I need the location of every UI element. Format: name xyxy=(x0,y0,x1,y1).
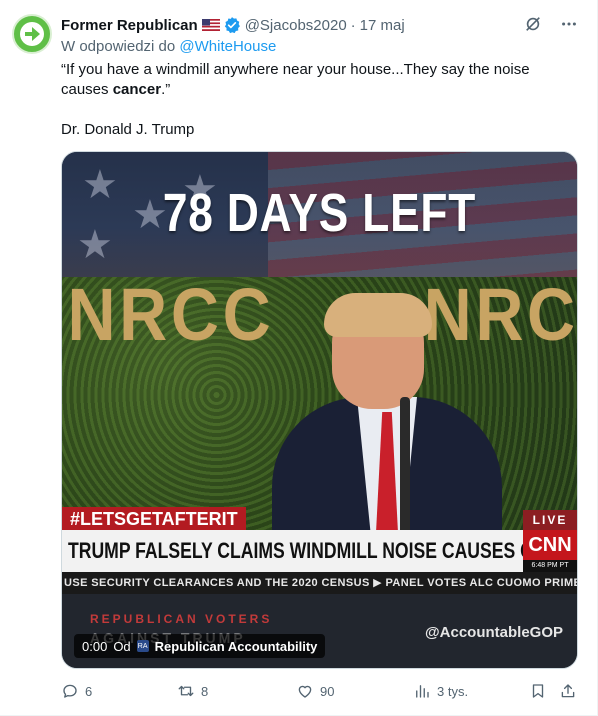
views-chart-icon xyxy=(416,685,429,698)
reply-prefix: W odpowiedzi do xyxy=(61,38,176,55)
reply-icon xyxy=(63,684,77,698)
reply-count: 6 xyxy=(85,683,93,699)
reply-context: W odpowiedzi do @WhiteHouse xyxy=(61,38,276,55)
tweet-top-actions xyxy=(523,14,579,34)
video-player[interactable]: ★ ★ ★ ★ 78 DAYS LEFT NRCC NRC #LETSGETAF… xyxy=(61,151,578,669)
views-count: 3 tys. xyxy=(437,683,469,699)
news-ticker: USE SECURITY CLEARANCES AND THE 2020 CEN… xyxy=(62,572,577,594)
separator: · xyxy=(350,16,356,34)
overlay-title: REPUBLICAN VOTERS xyxy=(90,612,273,626)
tweet-text: “If you have a windmill anywhere near yo… xyxy=(61,60,561,140)
bookmark-icon xyxy=(532,684,544,698)
backdrop-text-left: NRCC xyxy=(67,273,275,356)
video-watermark: @AccountableGOP xyxy=(425,624,563,641)
reply-button[interactable]: 6 xyxy=(61,682,92,700)
reply-target-link[interactable]: @WhiteHouse xyxy=(179,38,276,55)
heart-icon xyxy=(298,685,312,698)
us-flag-icon xyxy=(201,19,220,31)
share-icon xyxy=(561,684,575,698)
tweet-quote: “If you have a windmill anywhere near yo… xyxy=(61,60,561,100)
chyron-text: TRUMP FALSELY CLAIMS WINDMILL NOISE CAUS… xyxy=(68,538,524,563)
share-button[interactable] xyxy=(559,682,577,700)
video-source[interactable]: Republican Accountability xyxy=(155,639,318,654)
author-name[interactable]: Former Republican xyxy=(61,17,198,34)
video-time: 0:00 xyxy=(82,638,108,654)
hair xyxy=(324,293,432,337)
grok-icon[interactable] xyxy=(523,14,543,34)
retweet-icon xyxy=(178,685,194,697)
like-count: 90 xyxy=(320,683,335,699)
chyron: TRUMP FALSELY CLAIMS WINDMILL NOISE CAUS… xyxy=(62,530,524,572)
retweet-button[interactable]: 8 xyxy=(177,682,208,700)
avatar[interactable] xyxy=(12,14,52,54)
video-info-pill[interactable]: 0:00 Od RA Republican Accountability xyxy=(74,634,326,658)
arrow-right-icon xyxy=(20,22,44,46)
tweet-card[interactable]: Former Republican @Sjacobs2020 · 17 maj xyxy=(0,0,598,716)
quote-end: .” xyxy=(161,81,171,98)
tweet-actions: 6 8 90 3 tys. xyxy=(61,680,581,702)
author-handle[interactable]: @Sjacobs2020 xyxy=(245,17,347,34)
tweet-header: Former Republican @Sjacobs2020 · 17 maj xyxy=(61,13,405,37)
network-logo: CNN xyxy=(523,530,577,560)
hashtag-banner: #LETSGETAFTERIT xyxy=(62,507,246,531)
source-logo-icon: RA xyxy=(136,640,149,652)
tweet-signature: Dr. Donald J. Trump xyxy=(61,121,195,138)
timestamp[interactable]: 17 maj xyxy=(360,17,405,34)
video-headline: 78 DAYS LEFT xyxy=(162,183,477,243)
views-button[interactable]: 3 tys. xyxy=(413,682,468,700)
video-from-label: Od xyxy=(113,638,131,654)
live-badge: LIVE xyxy=(523,510,577,530)
quote-bold: cancer xyxy=(112,81,162,98)
bookmark-button[interactable] xyxy=(529,682,547,700)
retweet-count: 8 xyxy=(201,683,209,699)
network-time: 6:48 PM PT xyxy=(523,560,577,572)
verified-badge-icon[interactable] xyxy=(223,16,241,34)
like-button[interactable]: 90 xyxy=(296,682,334,700)
more-options-icon[interactable] xyxy=(559,14,579,34)
